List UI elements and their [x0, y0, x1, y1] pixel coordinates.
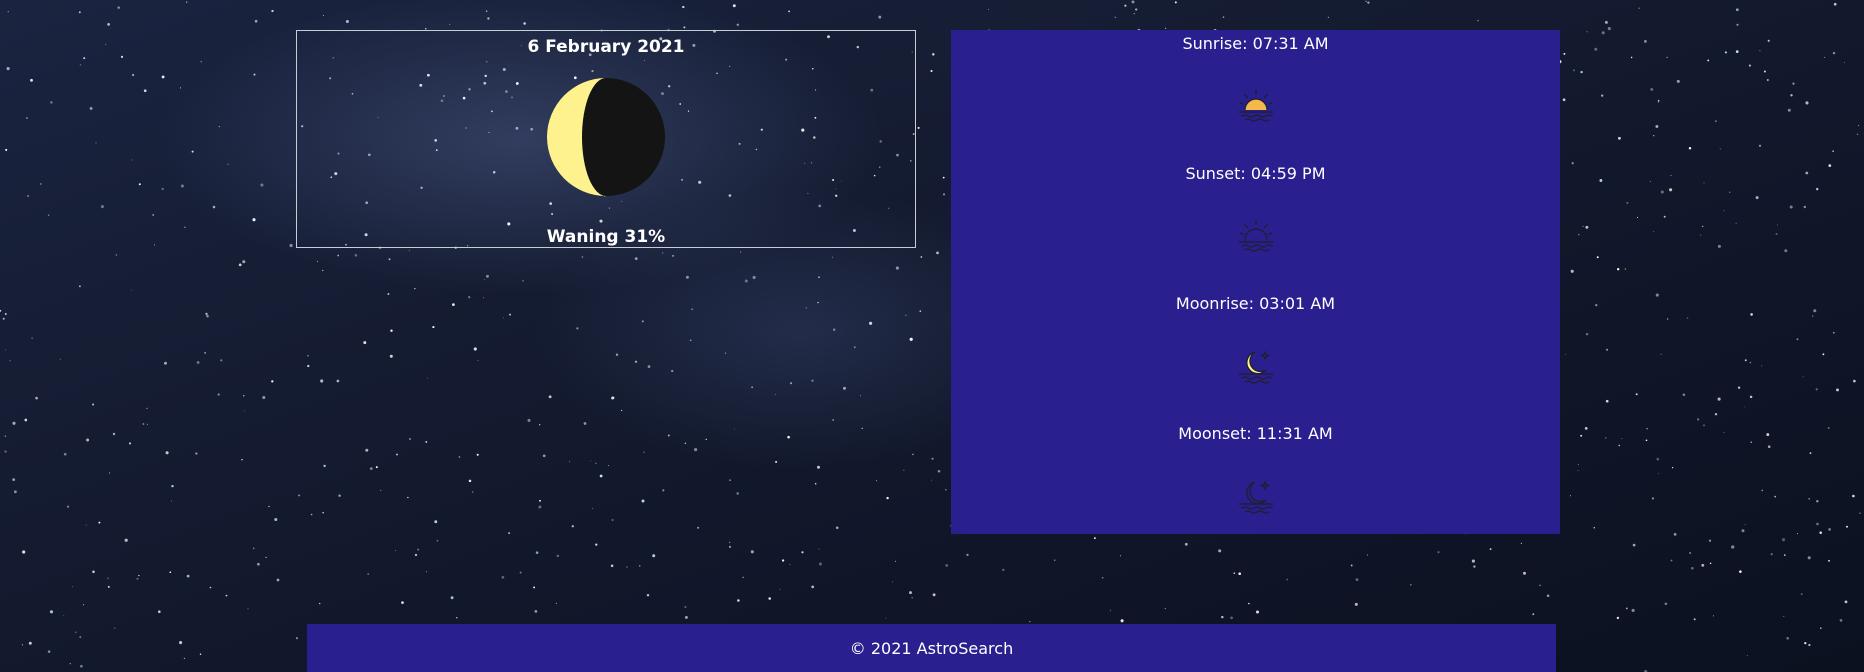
sunset-icon — [1238, 219, 1274, 252]
sun-moon-events-panel: Sunrise: 07:31 AM Sunset: 04:59 PM Moonr… — [951, 30, 1560, 534]
sunrise-label: Sunrise: 07:31 AM — [1182, 34, 1329, 53]
moon-date: 6 February 2021 — [527, 37, 685, 57]
moon-phase-card: 6 February 2021 Waning 31% — [296, 30, 916, 248]
moon-phase-label: Waning 31% — [546, 227, 666, 247]
sunset-label: Sunset: 04:59 PM — [1185, 164, 1326, 183]
moonset-icon — [1238, 480, 1274, 514]
starfield-background — [0, 0, 1861, 672]
moonset-label: Moonset: 11:31 AM — [1178, 424, 1333, 443]
footer: © 2021 AstroSearch — [307, 624, 1556, 672]
footer-copyright: © 2021 AstroSearch — [849, 638, 1014, 658]
moon-phase-icon — [547, 78, 665, 196]
sunrise-icon — [1238, 89, 1274, 122]
moonrise-icon — [1238, 350, 1274, 384]
moonrise-label: Moonrise: 03:01 AM — [1175, 294, 1336, 313]
